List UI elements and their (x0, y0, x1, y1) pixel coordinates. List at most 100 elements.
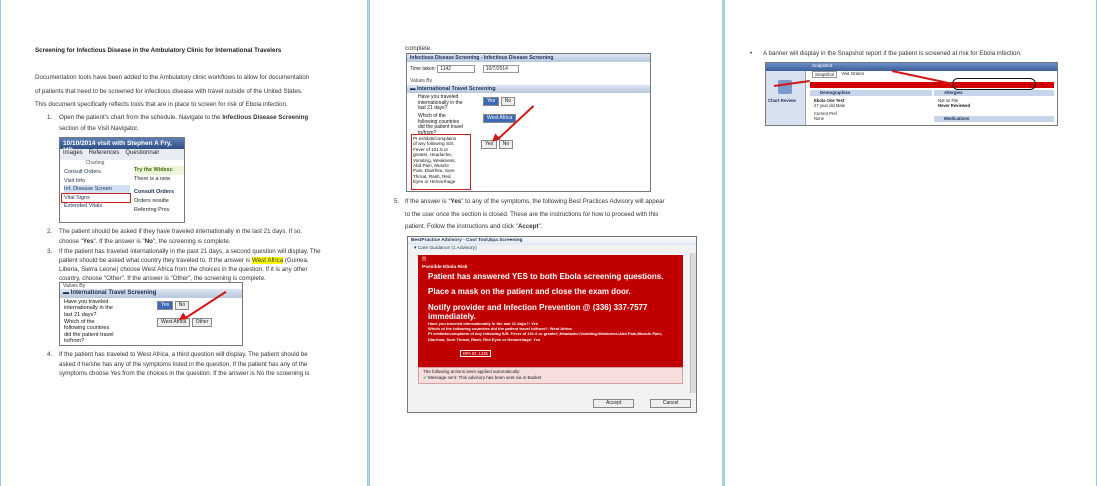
tab-snapshot[interactable]: SnapShot (812, 71, 838, 78)
visit-navigator-screenshot: 10/10/2014 visit with Stephen A Fry, MD … (59, 137, 185, 223)
intro-line: This document specifically reflects tool… (35, 101, 288, 108)
bpa-id: BPA ID: 1235 (460, 350, 491, 357)
advisory-line: Place a mask on the patient and close th… (428, 287, 631, 296)
yes-button[interactable]: Yes (483, 97, 500, 106)
allergies-reviewed: Never Reviewed (938, 103, 971, 108)
time-label: Time taken: (410, 66, 436, 72)
advisory-banner: !! Possible Ebola Risk Patient has answe… (418, 255, 683, 367)
step1-text: Open the patient's chart from the schedu… (59, 113, 308, 122)
pref-none: None (814, 116, 825, 121)
intro-line: Documentation tools have been added to t… (35, 74, 310, 81)
travel-screening-screenshot: Values By ▬ International Travel Screeni… (59, 282, 243, 346)
section-title: International Travel Screening (70, 290, 157, 296)
detail-line: Pt exhibits/complains of any following S… (428, 331, 663, 337)
best-practice-advisory-screenshot: BestPractice Advisory - Cool Tool,Epa Sc… (407, 236, 697, 413)
step5-frag: ". (538, 223, 543, 230)
nav-visit-info[interactable]: Visit Info (64, 177, 130, 186)
snapshot-banner-text: A banner will display in the Snapshot re… (763, 50, 1022, 57)
question-line: following countries (64, 325, 110, 332)
new-info: There is a new (134, 176, 171, 182)
chart-review-label[interactable]: Chart Review (768, 98, 796, 103)
step2-line1: The patient should be asked if they have… (59, 228, 303, 235)
toolbar (766, 63, 1057, 71)
step5-accept: Accept (517, 223, 539, 230)
infectious-disease-screening-screenshot: Infectious Disease Screening - Infectiou… (406, 53, 651, 192)
west-africa-highlight: West Africa (251, 257, 284, 264)
step3-line1: If the patient has traveled internationa… (59, 248, 321, 255)
intro-line: of patients that need to be screened for… (35, 88, 303, 95)
time-input[interactable]: 1142 (437, 65, 476, 73)
document-page-3: • A banner will display in the Snapshot … (724, 0, 1097, 486)
step1-text-pre: Open the patient's chart from the schedu… (59, 114, 223, 121)
other-button[interactable]: Other (191, 318, 213, 327)
step5-yes: Yes (450, 198, 462, 205)
widescreen-tip: Try the Widesc (134, 166, 184, 175)
step5-frag: " to any of the symptoms, the following … (461, 198, 665, 205)
highlight-box (61, 193, 131, 203)
question-line: greater, Headache, (413, 152, 453, 158)
screen-title: Infectious Disease Screening - Infectiou… (407, 54, 650, 62)
consult-orders-heading[interactable]: Consult Orders (134, 188, 184, 197)
possible-risk: Possible Ebola Risk (422, 265, 468, 270)
alert-icon: !! (422, 257, 426, 263)
step5-line3: patient. Follow the instructions and cli… (405, 222, 543, 231)
collapse-icon[interactable]: ▬ (410, 86, 417, 92)
collapse-icon[interactable]: ▬ (63, 290, 71, 296)
cancel-button[interactable]: Cancel (649, 399, 692, 408)
step5-frag: If the answer is " (405, 198, 451, 205)
bpa-title: BestPractice Advisory - Cool Tool,Epa Sc… (408, 237, 696, 245)
nav-consult-orders[interactable]: Consult Orders (64, 168, 130, 177)
referring-provider: Referring Prov (134, 207, 170, 213)
no-button[interactable]: No (498, 140, 514, 149)
tab-questionnaire[interactable]: Questionnair (125, 150, 159, 159)
tab-references[interactable]: References (89, 150, 120, 159)
step4-line2: asked if he/she has any of the symptoms … (59, 361, 308, 368)
scrollbar[interactable] (690, 253, 696, 393)
step-number: 2. (47, 228, 53, 235)
tab-visit-orders[interactable]: Visit Orders (841, 71, 864, 78)
step4-line1: If the patient has traveled to West Afri… (59, 351, 308, 358)
applied-actions: The following actions were applied autom… (418, 367, 683, 384)
step2-frag: ", the screening is complete. (152, 238, 231, 245)
tab-images[interactable]: Images (63, 150, 83, 159)
step-number: 1. (47, 114, 53, 121)
step1-bold: Infectious Disease Screening (222, 114, 309, 121)
question-travel: Have you traveled internationally in the… (64, 299, 113, 318)
message-sent: Message sent: This advisory has been sen… (428, 375, 542, 380)
step2-frag: ". If the answer is " (93, 238, 145, 245)
west-africa-button[interactable]: West Africa (483, 114, 517, 123)
detail-line: Diarrhea, Sore Throat, Rash, Red Eyes or… (428, 336, 541, 342)
orders-resulted: Orders resulte (134, 198, 169, 204)
bullet-icon: • (750, 50, 753, 57)
step3-frag: (Guinea, (283, 257, 309, 264)
no-button[interactable]: No (174, 301, 190, 310)
step5-frag: patient. Follow the instructions and cli… (405, 223, 518, 230)
no-button[interactable]: No (500, 97, 516, 106)
step4-line3: symptoms choose Yes from the choices in … (59, 370, 310, 377)
step2-no: No (144, 238, 153, 245)
care-guidance-label: Care Guidance (1 Advisory) (417, 246, 477, 251)
charting-label: Charting (85, 160, 105, 166)
visit-title: 10/10/2014 visit with Stephen A Fry, MD (60, 138, 184, 154)
step-number: 3. (47, 248, 53, 255)
care-guidance: ▾ Care Guidance (1 Advisory) (408, 245, 696, 253)
allergies-header[interactable]: Allergies (934, 90, 1054, 96)
accept-button[interactable]: Accept (593, 399, 635, 408)
question-country: Which of the following countries did the… (64, 319, 114, 345)
date-input[interactable]: 10/7/2014 (482, 65, 519, 73)
yes-button[interactable]: Yes (157, 301, 174, 310)
advisory-line: Patient has answered YES to both Ebola s… (428, 272, 664, 281)
question-travel: Have you traveled internationally in the… (418, 94, 462, 112)
step3-line2: patient should be asked what country the… (59, 256, 309, 265)
step5-line1: If the answer is "Yes" to any of the sym… (405, 197, 665, 206)
medications-header[interactable]: Medications (934, 116, 1054, 122)
question-line: to/from? (64, 338, 85, 345)
nav-extended-vitals[interactable]: Extended Vitals (64, 202, 130, 211)
step3-line3: Liberia, Sierra Leone) choose West Afric… (59, 266, 308, 273)
step2-line2: choose "Yes". If the answer is "No", the… (59, 237, 231, 246)
document-title: Screening for Infectious Disease in the … (35, 47, 282, 54)
demographics-header[interactable]: Demographics (810, 90, 932, 96)
banner-circle (952, 78, 1036, 90)
step2-yes: Yes (82, 238, 94, 245)
step-number: 4. (47, 351, 53, 358)
